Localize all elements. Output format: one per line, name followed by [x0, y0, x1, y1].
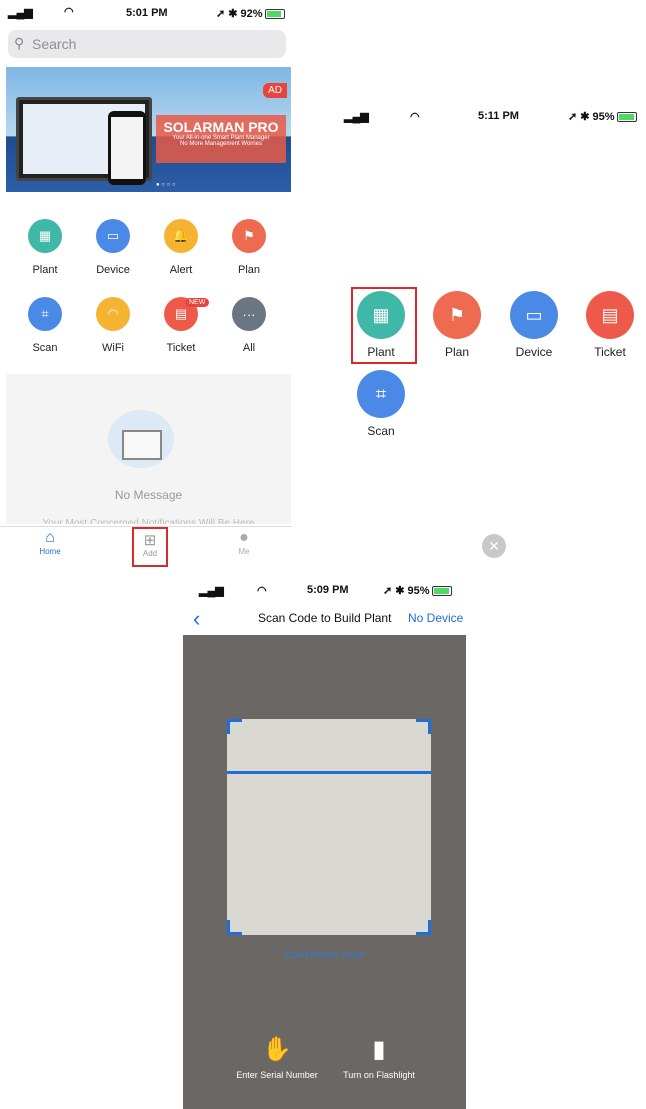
hand-icon: ✋: [262, 1036, 292, 1063]
grid-item-scan[interactable]: ⌗: [28, 297, 62, 331]
grid-label: All: [242, 342, 256, 354]
notice-text: Your Most Concerned Notifications Will B…: [42, 518, 255, 524]
signal-icon: ▂▄▆: [199, 585, 224, 597]
scan-icon: ⌗: [375, 383, 387, 404]
tab-me[interactable]: ● Me: [224, 529, 264, 556]
grid-label: Scan: [32, 342, 58, 354]
banner-text-box: SOLARMAN PRO Your All-in-one Smart Plant…: [156, 115, 286, 163]
search-placeholder: Search: [32, 36, 77, 52]
grid-item-all[interactable]: ···: [232, 297, 266, 331]
grid-label: Alert: [169, 264, 193, 276]
status-time: 5:11 PM: [478, 110, 519, 122]
wifi-icon: ◠: [107, 306, 119, 321]
signal-icon: ▂▄▆: [344, 111, 369, 123]
grid-item-plant[interactable]: ▦: [28, 219, 62, 253]
flashlight-label: Turn on Flashlight: [343, 1070, 415, 1080]
device-icon: ▭: [106, 228, 120, 243]
grid-item-plan[interactable]: ⚑: [232, 219, 266, 253]
nav-title: Scan Code to Build Plant: [258, 611, 392, 625]
wifi-icon: ◠: [64, 6, 74, 18]
add-item-label: Ticket: [594, 345, 626, 359]
add-icon: ⊞: [143, 532, 157, 549]
plan-icon: ⚑: [448, 304, 466, 325]
battery-indicator: ➚ ✱ 92%: [216, 7, 285, 20]
back-button[interactable]: ‹: [193, 606, 200, 632]
add-item-ticket[interactable]: ▤: [586, 291, 634, 339]
flashlight-icon: ▮: [372, 1036, 386, 1063]
message-area: No Message Your Most Concerned Notificat…: [6, 374, 291, 524]
grid-label: Plant: [32, 264, 58, 276]
add-item-device[interactable]: ▭: [510, 291, 558, 339]
enter-serial-label: Enter Serial Number: [236, 1070, 318, 1080]
add-item-plan[interactable]: ⚑: [433, 291, 481, 339]
carousel-dots: ● ○ ○ ○: [156, 182, 176, 188]
search-bar[interactable]: ⚲ Search: [8, 30, 286, 58]
grid-item-wifi[interactable]: ◠: [96, 297, 130, 331]
plan-icon: ⚑: [243, 228, 255, 243]
person-icon: ●: [239, 529, 249, 546]
wifi-icon: ◠: [410, 111, 420, 123]
status-time: 5:09 PM: [307, 584, 349, 596]
grid-item-device[interactable]: ▭: [96, 219, 130, 253]
scan-screen: ▂▄▆ ◠ 5:09 PM ➚ ✱ 95% ‹ Scan Code to Bui…: [183, 576, 466, 1109]
plant-highlight: [351, 287, 417, 364]
add-item-scan[interactable]: ⌗: [357, 370, 405, 418]
add-item-label: Device: [515, 345, 553, 359]
tab-bar: ⌂ Home ⊞ Add ● Me: [0, 526, 292, 567]
camera-view: Card frame scan ✋ Enter Serial Number ▮ …: [183, 635, 466, 1109]
tab-me-label: Me: [238, 547, 250, 556]
grid-label: WiFi: [102, 342, 124, 354]
phone-image: [108, 111, 146, 185]
tab-add-label: Add: [142, 549, 158, 558]
device-icon: ▭: [525, 304, 543, 325]
tab-add[interactable]: ⊞ Add: [132, 527, 168, 567]
tab-home-label: Home: [39, 547, 61, 556]
no-device-link[interactable]: No Device: [408, 611, 463, 625]
no-message-text: No Message: [114, 488, 183, 502]
scan-icon: ⌗: [41, 306, 49, 321]
back-chevron-icon: ‹: [193, 606, 201, 631]
grid-item-alert[interactable]: 🔔: [164, 219, 198, 253]
banner-title: SOLARMAN PRO: [163, 119, 279, 135]
enter-serial-button[interactable]: ✋ Enter Serial Number: [227, 1035, 327, 1080]
search-icon: ⚲: [14, 35, 25, 51]
empty-inbox-icon: [108, 410, 174, 468]
ad-badge: AD: [263, 83, 287, 98]
grid-label: Device: [96, 264, 130, 276]
new-badge: NEW: [185, 298, 210, 307]
all-icon: ···: [242, 306, 256, 322]
ad-banner[interactable]: AD SOLARMAN PRO Your All-in-one Smart Pl…: [6, 67, 291, 192]
wifi-icon: ◠: [257, 585, 267, 597]
ticket-icon: ▤: [601, 304, 619, 325]
tab-home[interactable]: ⌂ Home: [30, 529, 70, 556]
close-button[interactable]: ✕: [482, 534, 506, 558]
status-bar: ▂▄▆ ◠ 5:01 PM ➚ ✱ 92%: [0, 0, 292, 26]
home-screen: ▂▄▆ ◠ 5:01 PM ➚ ✱ 92% ⚲ Search AD SOLARM…: [0, 0, 292, 567]
alert-icon: 🔔: [172, 228, 190, 243]
grid-label: Plan: [237, 264, 261, 276]
grid-label: Ticket: [166, 342, 196, 354]
status-time: 5:01 PM: [126, 7, 168, 19]
close-icon: ✕: [488, 538, 500, 554]
add-item-label: Scan: [367, 424, 395, 438]
banner-line2: No More Management Worries: [180, 141, 262, 147]
scan-hint: Card frame scan: [283, 949, 366, 961]
scan-line: [227, 771, 431, 774]
plant-icon: ▦: [38, 228, 52, 243]
add-item-label: Plan: [444, 345, 470, 359]
signal-icon: ▂▄▆: [8, 7, 33, 19]
flashlight-button[interactable]: ▮ Turn on Flashlight: [333, 1035, 425, 1080]
scan-frame: [227, 719, 431, 935]
home-icon: ⌂: [45, 529, 55, 546]
add-menu-screen: ▂▄▆ ◠ 5:11 PM ➚ ✱ 95% ▦ Plant ⚑ Plan ▭ Device…: [330, 100, 646, 570]
ticket-icon: ▤: [174, 306, 188, 321]
battery-indicator: ➚ ✱ 95%: [568, 110, 637, 123]
battery-indicator: ➚ ✱ 95%: [383, 584, 452, 597]
